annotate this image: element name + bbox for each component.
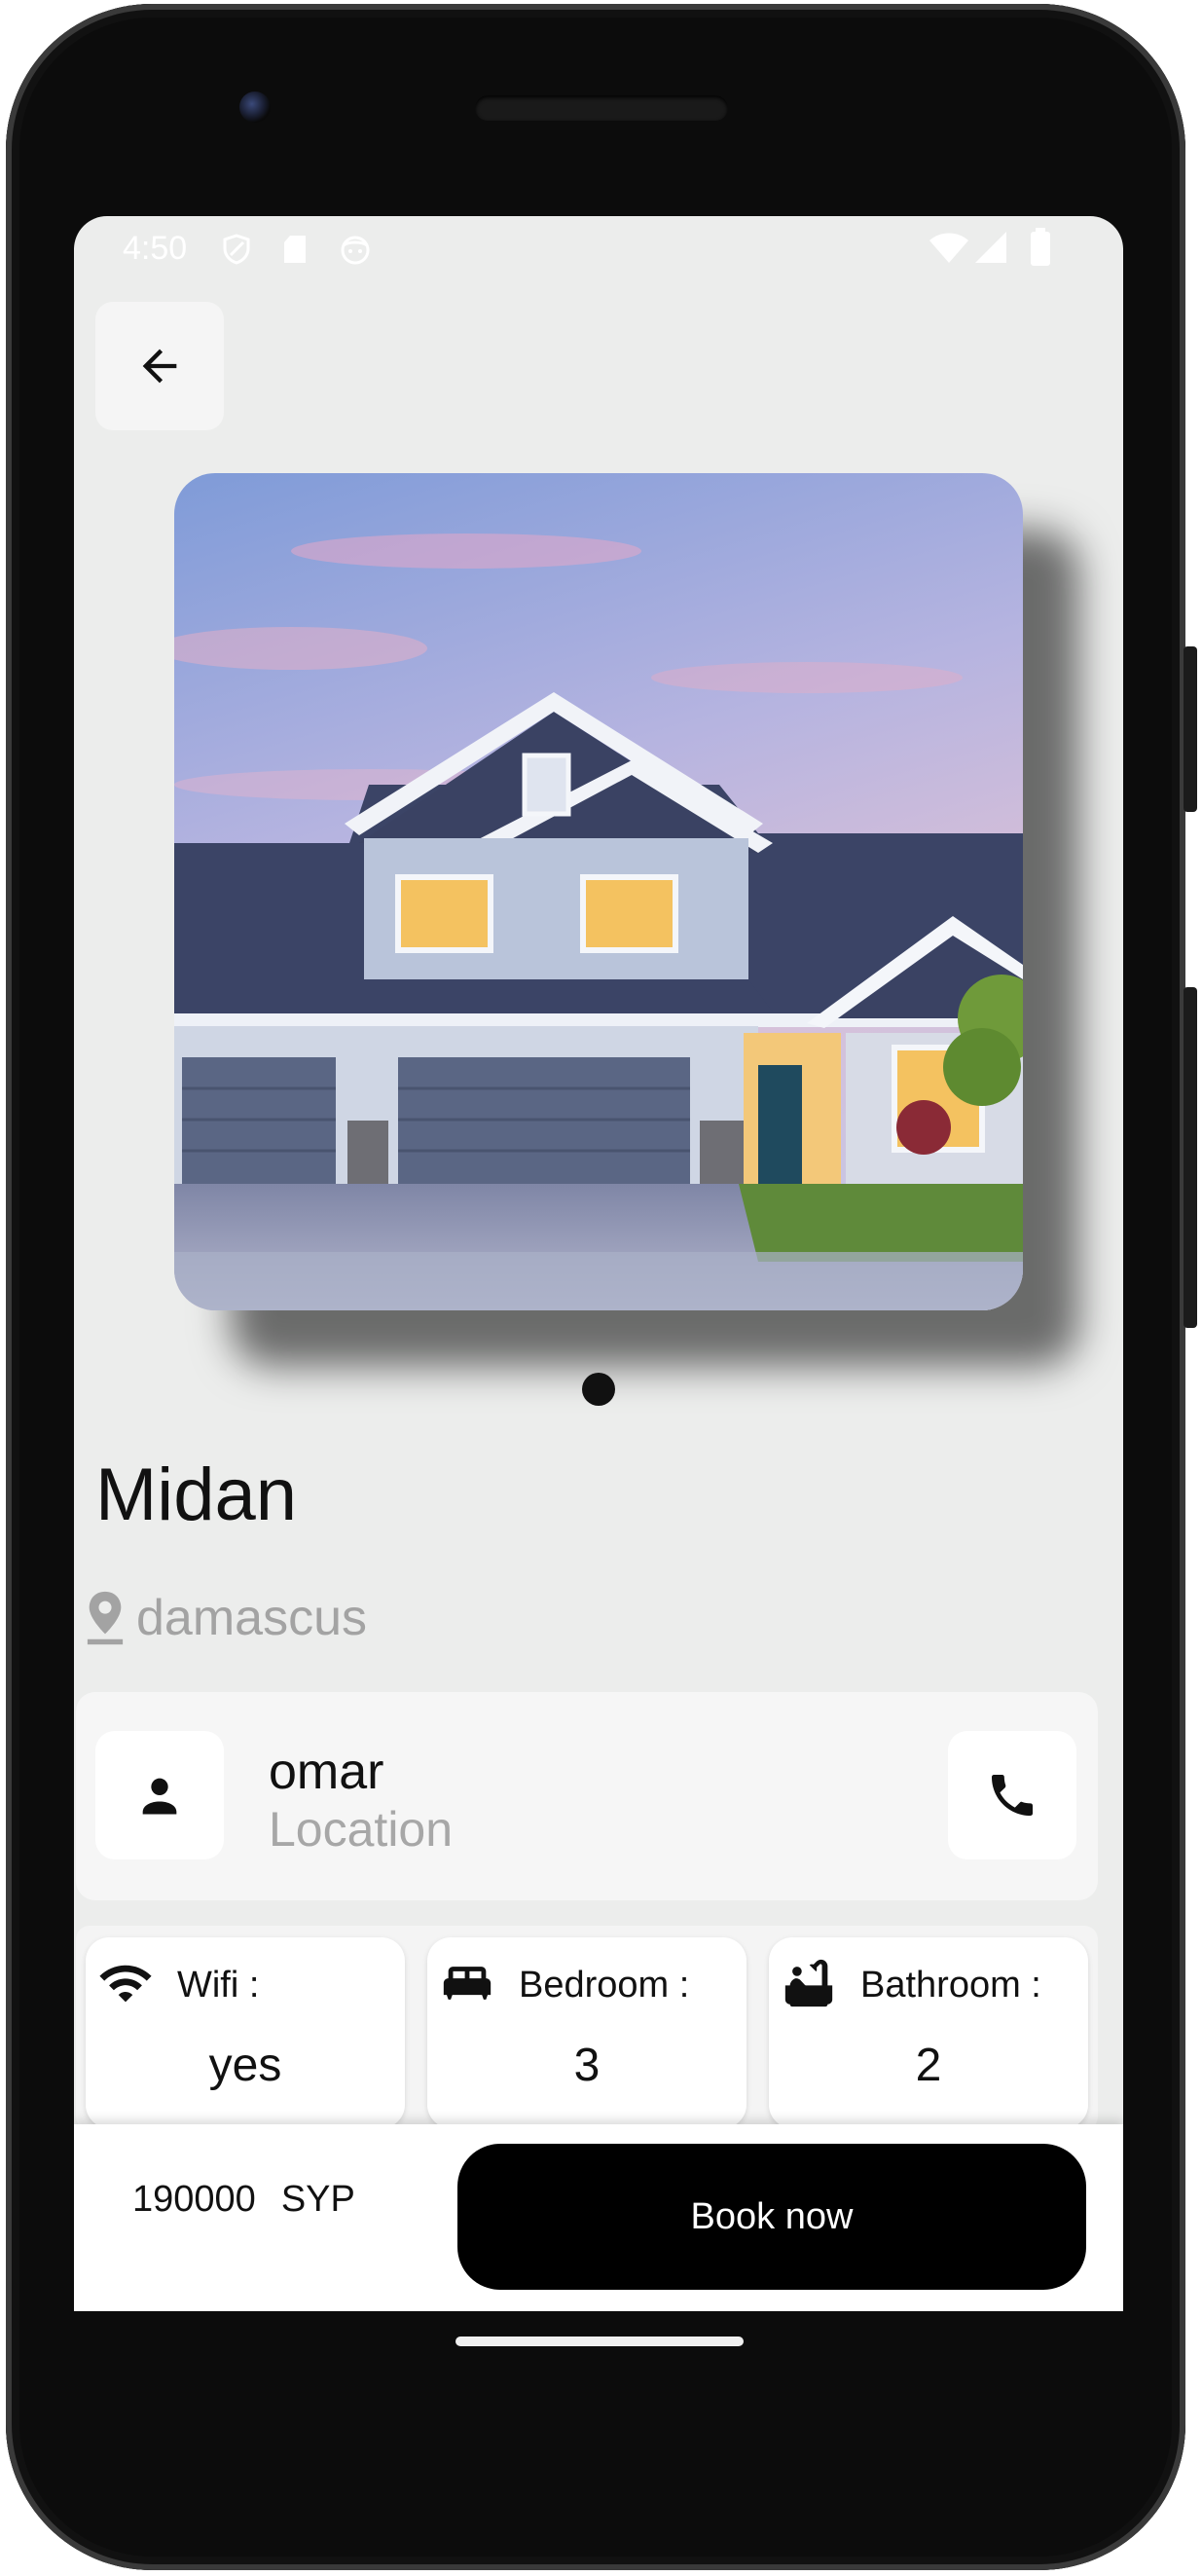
face-icon bbox=[341, 236, 370, 265]
back-button[interactable] bbox=[95, 302, 224, 430]
owner-name: omar bbox=[269, 1744, 384, 1800]
phone-icon bbox=[992, 1775, 1033, 1816]
house-photo bbox=[174, 473, 1023, 1310]
sd-card-icon bbox=[284, 236, 306, 263]
carousel-indicator-dot[interactable] bbox=[582, 1373, 615, 1406]
feature-value: 3 bbox=[573, 2040, 601, 2091]
owner-card: omar Location bbox=[76, 1692, 1098, 1900]
price-amount: 190000 bbox=[132, 2179, 256, 2220]
front-camera bbox=[239, 92, 271, 123]
feature-label: Bathroom : bbox=[860, 1965, 1041, 2006]
home-indicator[interactable] bbox=[455, 2337, 744, 2346]
book-now-button[interactable]: Book now bbox=[457, 2144, 1086, 2290]
feature-wifi: Wifi : yes bbox=[86, 1937, 405, 2128]
location-text: damascus bbox=[136, 1590, 367, 1646]
call-button[interactable] bbox=[948, 1731, 1076, 1859]
feature-label: Bedroom : bbox=[519, 1965, 690, 2006]
power-button bbox=[1184, 646, 1197, 812]
volume-button bbox=[1184, 987, 1197, 1328]
earpiece-speaker bbox=[475, 95, 728, 121]
app-screen: 4:50 Midan damascus omar Location Wifi:… bbox=[74, 216, 1123, 2311]
price-currency: SYP bbox=[280, 2179, 355, 2220]
bed-icon bbox=[443, 1967, 492, 2000]
feature-value: yes bbox=[208, 2040, 282, 2091]
phone-frame: 4:50 Midan damascus omar Location Wifi:… bbox=[6, 4, 1197, 2570]
feature-bathroom: Bathroom : 2 bbox=[769, 1937, 1088, 2128]
owner-avatar bbox=[95, 1731, 224, 1859]
wifi-icon bbox=[99, 1965, 152, 2003]
wifi-status-icon bbox=[929, 233, 968, 263]
owner-subtitle: Location bbox=[269, 1802, 454, 1857]
status-bar: 4:50 bbox=[74, 216, 1123, 280]
feature-label: Wifi : bbox=[177, 1965, 260, 2006]
person-icon bbox=[142, 1778, 177, 1815]
shield-icon bbox=[223, 234, 250, 265]
arrow-back-icon bbox=[142, 349, 177, 384]
property-location: damascus bbox=[84, 1589, 367, 1647]
signal-icon bbox=[975, 232, 1006, 263]
feature-bedroom: Bedroom : 3 bbox=[427, 1937, 747, 2128]
location-pin-icon bbox=[87, 1591, 124, 1645]
price: 190000 SYP bbox=[132, 2179, 355, 2221]
battery-icon bbox=[1031, 228, 1050, 266]
property-image-carousel[interactable] bbox=[174, 473, 1023, 1310]
booking-bar: 190000 SYP Book now bbox=[74, 2124, 1123, 2311]
features-list: Wifi : yes Bedroom : 3 Bathroom : 2 bbox=[76, 1926, 1098, 2130]
property-title: Midan bbox=[95, 1454, 297, 1536]
bathtub-icon bbox=[784, 1959, 833, 2007]
feature-value: 2 bbox=[915, 2040, 942, 2091]
status-time: 4:50 bbox=[123, 230, 188, 267]
